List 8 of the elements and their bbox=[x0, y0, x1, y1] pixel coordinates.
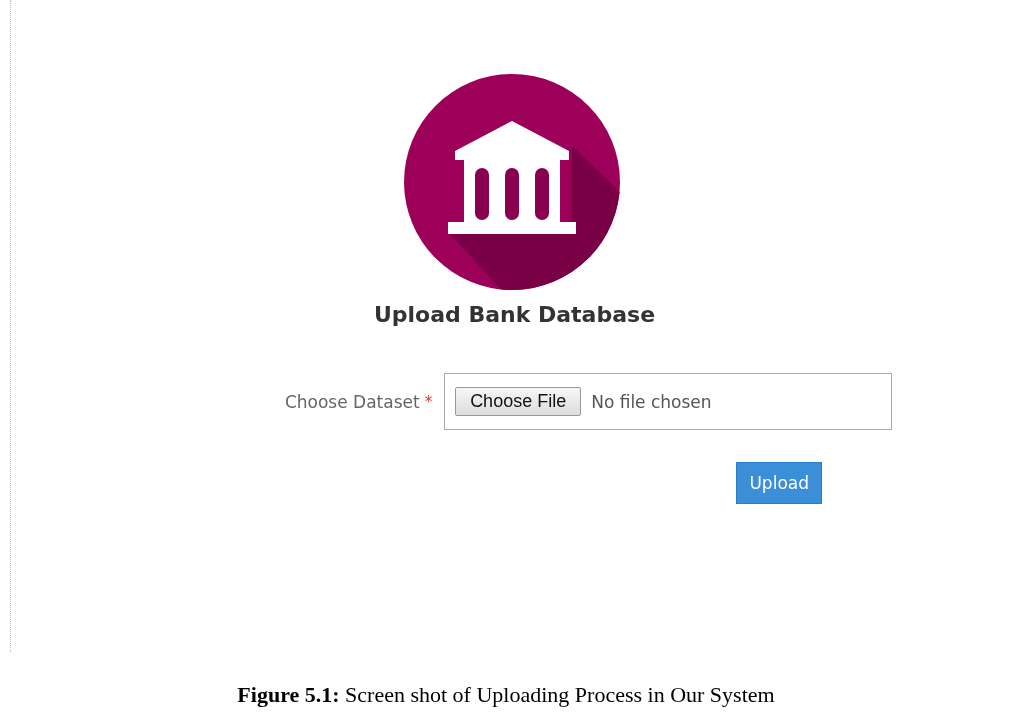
file-input-field[interactable]: Choose File No file chosen bbox=[444, 373, 893, 430]
required-mark: * bbox=[424, 392, 433, 411]
field-label: Choose Dataset bbox=[284, 391, 420, 412]
figure-caption: Figure 5.1: Screen shot of Uploading Process in Our System bbox=[237, 682, 775, 708]
choose-file-button[interactable]: Choose File bbox=[455, 387, 582, 416]
bank-icon bbox=[403, 74, 620, 290]
file-status-text: No file chosen bbox=[591, 391, 712, 412]
form-heading: Upload Bank Database bbox=[373, 302, 656, 327]
